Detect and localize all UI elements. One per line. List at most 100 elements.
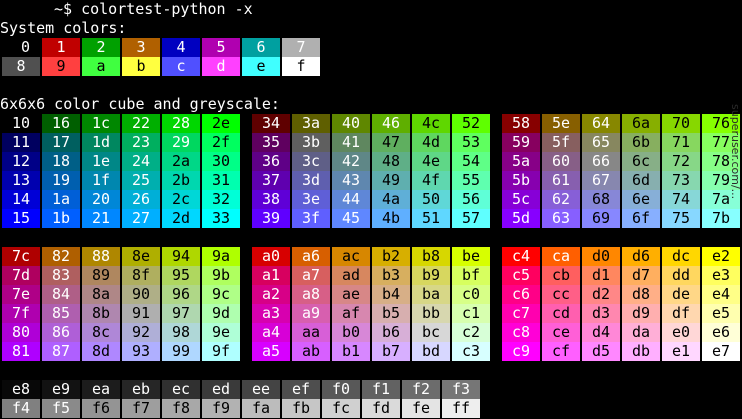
system-color-cell: 6 (242, 38, 280, 57)
color-cell: a7 (292, 266, 330, 285)
color-cell: 98 (162, 323, 200, 342)
color-cell: 3a (292, 114, 330, 133)
color-cell: cc (542, 285, 580, 304)
color-cell: d3 (582, 304, 620, 323)
color-cell: b2 (372, 247, 410, 266)
color-cell: 37 (252, 171, 290, 190)
color-cell: 12 (2, 152, 40, 171)
color-cell: 3c (292, 152, 330, 171)
color-cell: 97 (162, 304, 200, 323)
color-cell: 4c (412, 114, 450, 133)
color-cell: 9a (202, 247, 240, 266)
color-cell: 24 (122, 152, 160, 171)
color-cell: dd (662, 266, 700, 285)
system-color-cell: 8 (2, 57, 40, 76)
greyscale-cell: fe (402, 399, 440, 418)
color-cell: b9 (412, 266, 450, 285)
color-cell: 11 (2, 133, 40, 152)
color-cell: 66 (582, 152, 620, 171)
system-color-cell: a (82, 57, 120, 76)
greyscale-cell: ef (282, 380, 320, 399)
color-cell: e0 (662, 323, 700, 342)
color-cell: 6a (622, 114, 660, 133)
color-cell: 9b (202, 266, 240, 285)
color-cell: 81 (2, 342, 40, 361)
color-cell: c7 (502, 304, 540, 323)
color-cell: d1 (582, 266, 620, 285)
color-cell: 41 (332, 133, 370, 152)
greyscale-cell: f4 (2, 399, 40, 418)
color-cell: bc (412, 323, 450, 342)
color-cell: 39 (252, 209, 290, 228)
color-cell: 7f (2, 304, 40, 323)
color-cell: 6b (622, 133, 660, 152)
color-cell: 1f (82, 171, 120, 190)
color-cell: 9f (202, 342, 240, 361)
color-cell: 22 (122, 114, 160, 133)
color-cell: 35 (252, 133, 290, 152)
color-cell: d6 (622, 247, 660, 266)
color-cell: af (332, 304, 370, 323)
system-color-cell: 0 (2, 38, 40, 57)
color-cell: 4a (372, 190, 410, 209)
greyscale-cell: ec (162, 380, 200, 399)
color-cell: 27 (122, 209, 160, 228)
color-cell: 34 (252, 114, 290, 133)
color-cell: 47 (372, 133, 410, 152)
color-cell: bb (412, 304, 450, 323)
color-cell: d4 (582, 323, 620, 342)
color-cell: b7 (372, 342, 410, 361)
color-cell: 8a (82, 285, 120, 304)
color-cell: 95 (162, 266, 200, 285)
greyscale-cell: f7 (122, 399, 160, 418)
greyscale-cell: ed (202, 380, 240, 399)
color-cell: d8 (622, 285, 660, 304)
color-cell: 2c (162, 190, 200, 209)
color-cell: 87 (42, 342, 80, 361)
color-cell: 26 (122, 190, 160, 209)
color-cell: 89 (82, 266, 120, 285)
color-cell: 60 (542, 152, 580, 171)
color-cell: 52 (452, 114, 490, 133)
color-cell: 5e (542, 114, 580, 133)
color-cell: 88 (82, 247, 120, 266)
greyscale-cell: fa (242, 399, 280, 418)
color-cell: e6 (702, 323, 740, 342)
color-cell: 85 (42, 304, 80, 323)
greyscale-cell: fc (322, 399, 360, 418)
color-cell: d5 (582, 342, 620, 361)
color-cell: 62 (542, 190, 580, 209)
color-cell: 61 (542, 171, 580, 190)
color-cell: 10 (2, 114, 40, 133)
color-cell: b3 (372, 266, 410, 285)
color-cell: 80 (2, 323, 40, 342)
color-cell: d2 (582, 285, 620, 304)
color-cell: b6 (372, 323, 410, 342)
color-cell: 2e (202, 114, 240, 133)
color-cell: 51 (412, 209, 450, 228)
color-cell: 5c (502, 190, 540, 209)
color-cell: 56 (452, 190, 490, 209)
color-cell: db (622, 342, 660, 361)
color-cell: 86 (42, 323, 80, 342)
greyscale-cell: fb (282, 399, 320, 418)
color-cell: 9e (202, 323, 240, 342)
color-cell: 42 (332, 152, 370, 171)
greyscale-cell: f6 (82, 399, 120, 418)
color-cell: ca (542, 247, 580, 266)
greyscale-cell: f8 (162, 399, 200, 418)
color-cell: 83 (42, 266, 80, 285)
color-cell: 15 (2, 209, 40, 228)
greyscale-cell: f9 (202, 399, 240, 418)
color-cell: 63 (542, 209, 580, 228)
color-cell: 3e (292, 190, 330, 209)
color-cell: 2d (162, 209, 200, 228)
color-cell: 8f (122, 266, 160, 285)
greyscale-cell: ee (242, 380, 280, 399)
color-cell: ab (292, 342, 330, 361)
color-cell: 65 (582, 133, 620, 152)
color-cell: 25 (122, 171, 160, 190)
greyscale-cell: f1 (362, 380, 400, 399)
color-cell: dc (662, 247, 700, 266)
color-cell: 18 (42, 152, 80, 171)
